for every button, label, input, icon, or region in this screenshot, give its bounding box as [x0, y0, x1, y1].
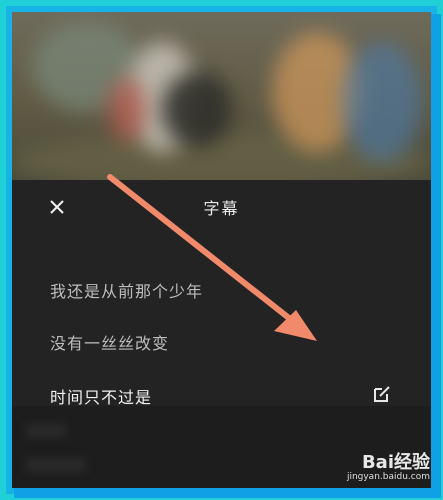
- watermark-brand: Bai经验: [361, 452, 430, 473]
- watermark: Bai经验 jingyan.baidu.com: [330, 448, 430, 482]
- watermark-url: jingyan.baidu.com: [346, 472, 430, 482]
- arrow-annotation: [107, 174, 317, 341]
- phone-screen: 字幕 我还是从前那个少年 没有一丝丝改变 时间只不过是: [12, 12, 431, 488]
